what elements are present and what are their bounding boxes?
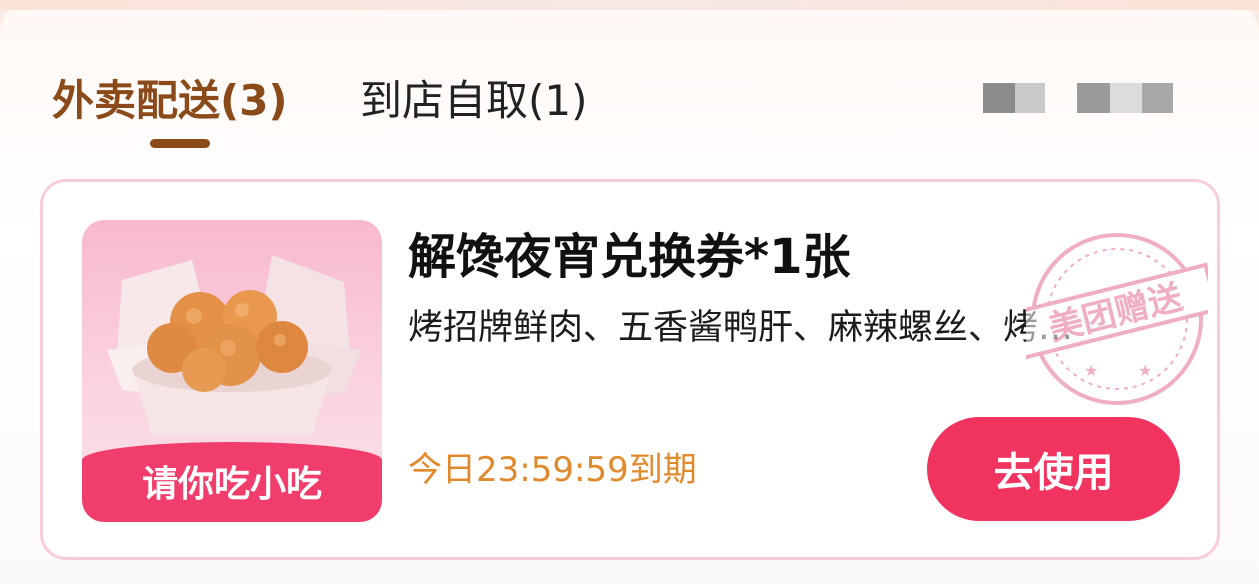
blur-block [1077, 83, 1110, 113]
coupon-title: 解馋夜宵兑换券*1张 [408, 229, 851, 285]
tab-pickup[interactable]: 到店自取(1) [360, 74, 588, 128]
blur-block [1142, 83, 1173, 113]
gift-stamp-icon: 美团赠送 ★ ★ [1026, 233, 1208, 405]
snack-box-illustration [107, 255, 362, 435]
use-coupon-button[interactable]: 去使用 [927, 417, 1180, 521]
image-label: 请你吃小吃 [141, 464, 322, 505]
coupon-image: 请你吃小吃 [82, 220, 382, 522]
svg-text:★: ★ [1084, 361, 1098, 380]
top-edge-divider [0, 0, 1259, 10]
blur-block [1110, 83, 1142, 113]
tab-delivery[interactable]: 外卖配送(3) [52, 74, 288, 128]
active-tab-indicator [150, 139, 210, 148]
expiry-text: 今日23:59:59到期 [408, 450, 697, 490]
svg-text:★: ★ [1138, 361, 1152, 380]
page: 外卖配送(3) 到店自取(1) 请你吃小吃 解馋夜宵兑换券*1张 烤招牌鲜肉、五… [0, 0, 1259, 584]
blur-block [983, 83, 1015, 113]
blur-block [1015, 83, 1045, 113]
